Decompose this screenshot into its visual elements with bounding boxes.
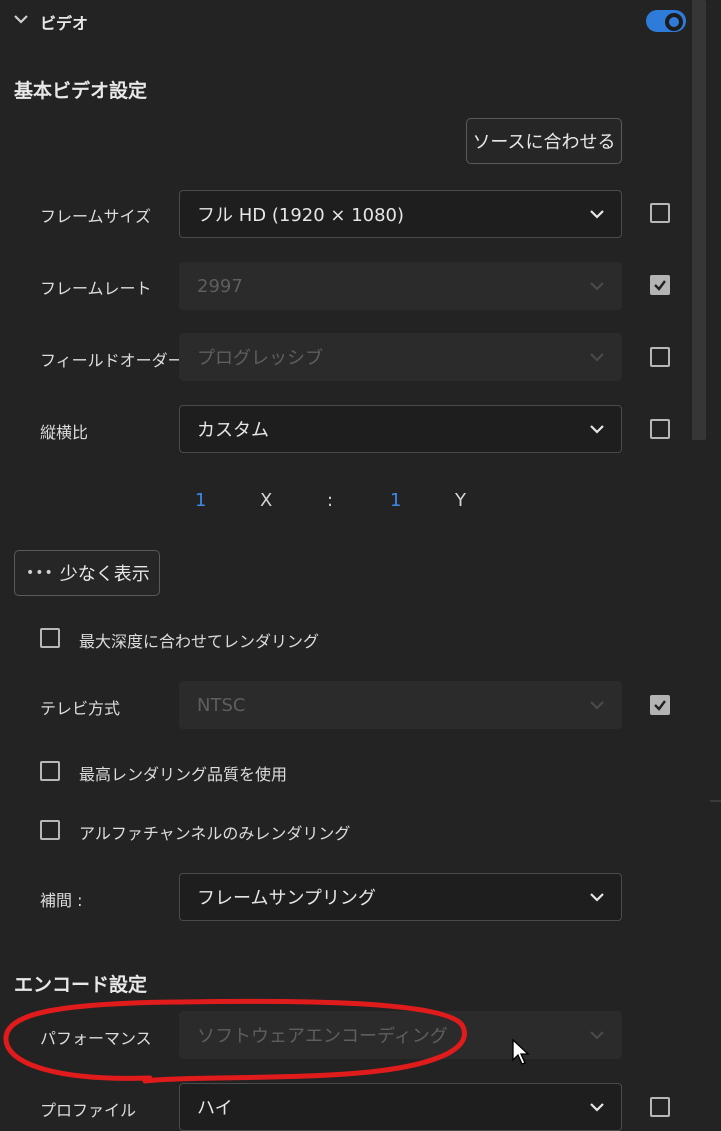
red-annotation-circle <box>3 998 467 1084</box>
render-max-depth-label: 最大深度に合わせてレンダリング <box>79 632 320 651</box>
field-order-value: プログレッシブ <box>197 348 323 369</box>
ratio-x-value[interactable]: 1 <box>195 490 206 511</box>
video-toggle[interactable] <box>646 10 686 32</box>
match-source-button[interactable]: ソースに合わせる <box>466 118 622 164</box>
alpha-only-label: アルファチャンネルのみレンダリング <box>79 824 351 843</box>
profile-checkbox[interactable] <box>650 1097 670 1117</box>
frame-size-label: フレームサイズ <box>40 207 152 226</box>
chevron-down-icon <box>590 425 604 434</box>
render-max-depth-checkbox[interactable] <box>40 628 60 648</box>
tv-standard-checkbox[interactable] <box>650 695 670 715</box>
chevron-down-icon <box>590 353 604 362</box>
ratio-separator: : <box>327 490 334 511</box>
tv-standard-select[interactable]: NTSC <box>179 681 622 729</box>
frame-rate-value: 2997 <box>197 275 243 297</box>
divider <box>710 800 721 802</box>
chevron-down-icon <box>590 282 604 291</box>
field-order-label: フィールドオーダー <box>40 351 184 370</box>
field-order-select[interactable]: プログレッシブ <box>179 333 622 381</box>
chevron-down-icon <box>590 210 604 219</box>
max-render-quality-checkbox[interactable] <box>40 761 60 781</box>
alpha-only-checkbox[interactable] <box>40 820 60 840</box>
chevron-down-icon <box>590 1103 604 1112</box>
profile-label: プロファイル <box>40 1101 137 1120</box>
more-dots-icon: ••• <box>26 565 54 581</box>
max-render-quality-label: 最高レンダリング品質を使用 <box>79 765 288 784</box>
checkmark-icon <box>654 700 666 711</box>
frame-size-value: フル HD (1920 × 1080) <box>197 205 405 226</box>
frame-rate-select[interactable]: 2997 <box>179 262 622 310</box>
field-order-checkbox[interactable] <box>650 347 670 367</box>
aspect-value: カスタム <box>197 420 269 441</box>
aspect-label: 縦横比 <box>40 423 89 442</box>
mouse-cursor-icon <box>512 1038 530 1065</box>
checkmark-icon <box>654 280 666 291</box>
aspect-select[interactable]: カスタム <box>179 405 622 453</box>
show-less-button[interactable]: ••• 少なく表示 <box>14 550 160 596</box>
chevron-down-icon[interactable] <box>13 11 29 27</box>
ratio-x-label: X <box>260 490 273 511</box>
section-title: ビデオ <box>40 14 89 33</box>
frame-rate-label: フレームレート <box>40 279 152 298</box>
basic-video-heading: 基本ビデオ設定 <box>14 80 148 102</box>
tv-standard-label: テレビ方式 <box>40 699 121 718</box>
scrollbar[interactable] <box>692 0 706 440</box>
interpolation-value: フレームサンプリング <box>197 888 376 909</box>
frame-size-checkbox[interactable] <box>650 203 670 223</box>
video-section-header[interactable]: ビデオ <box>0 0 700 42</box>
chevron-down-icon <box>590 701 604 710</box>
encode-heading: エンコード設定 <box>14 974 148 996</box>
tv-standard-value: NTSC <box>197 694 246 716</box>
ratio-y-value[interactable]: 1 <box>390 490 401 511</box>
interpolation-label: 補間 : <box>40 891 83 910</box>
show-less-label: 少なく表示 <box>59 564 150 585</box>
profile-select[interactable]: ハイ <box>179 1083 622 1131</box>
ratio-y-label: Y <box>455 490 466 511</box>
interpolation-select[interactable]: フレームサンプリング <box>179 873 622 921</box>
profile-value: ハイ <box>197 1098 233 1119</box>
frame-size-select[interactable]: フル HD (1920 × 1080) <box>179 190 622 238</box>
aspect-checkbox[interactable] <box>650 419 670 439</box>
chevron-down-icon <box>590 1031 604 1040</box>
frame-rate-checkbox[interactable] <box>650 275 670 295</box>
chevron-down-icon <box>590 893 604 902</box>
